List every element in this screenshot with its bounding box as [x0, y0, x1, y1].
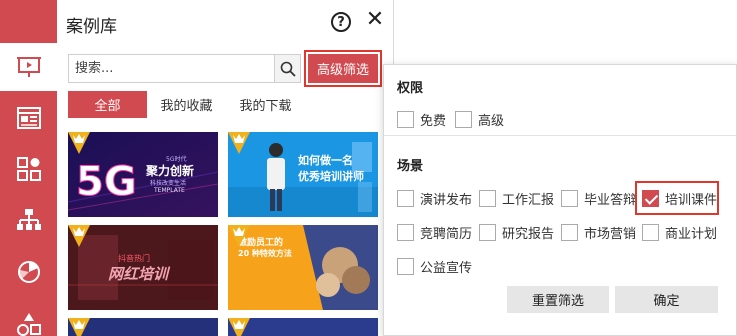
shapes-tool-button[interactable]	[0, 145, 57, 193]
filter-option-training[interactable]: 培训课件	[642, 189, 717, 208]
option-label: 免费	[420, 114, 447, 129]
checkbox[interactable]	[397, 224, 414, 241]
search-box	[68, 54, 301, 83]
card-headline: 如何做一名	[298, 154, 353, 167]
tab-downloads[interactable]: 我的下载	[226, 91, 305, 118]
filter-option-business-plan[interactable]: 商业计划	[642, 223, 717, 242]
template-card-partial[interactable]	[68, 318, 218, 336]
advanced-filter-popup: 权限 免费 高级 场景 演讲发布 工作汇报 毕业答辩 培训课件 竞聘简历 研究报…	[383, 64, 737, 336]
checkbox[interactable]	[561, 224, 578, 241]
filter-option-work-report[interactable]: 工作汇报	[479, 189, 554, 208]
card-headline: 网红培训	[108, 265, 169, 283]
template-card-employee[interactable]: 激励员工的 20 种特效方法	[228, 225, 378, 310]
checkbox[interactable]	[397, 258, 414, 275]
option-label: 毕业答辩	[584, 193, 637, 208]
advanced-filter-button[interactable]: 高级筛选	[308, 54, 378, 83]
premium-crown-icon	[68, 132, 90, 154]
option-label: 工作汇报	[502, 193, 555, 208]
panel-title: 案例库	[66, 17, 117, 37]
option-label: 市场营销	[584, 227, 637, 242]
checkbox[interactable]	[561, 190, 578, 207]
scene-label: 场景	[397, 159, 424, 174]
premium-crown-icon	[68, 225, 90, 247]
case-library-panel: 案例库 ? ✕ 高级筛选 全部 我的收藏 我的下载 5G	[57, 0, 394, 336]
option-label: 演讲发布	[420, 193, 473, 208]
left-toolbar	[0, 0, 57, 336]
checkbox[interactable]	[642, 224, 659, 241]
divider	[384, 135, 736, 136]
search-input[interactable]	[69, 55, 274, 82]
template-card-partial[interactable]	[228, 318, 378, 336]
filter-option-research[interactable]: 研究报告	[479, 223, 554, 242]
card-tag: TEMPLATE	[154, 187, 185, 194]
template-card-douyin[interactable]: 抖音热门 网红培训	[68, 225, 218, 310]
premium-crown-icon	[228, 132, 250, 154]
svg-text:5G: 5G	[76, 159, 137, 205]
search-icon	[280, 61, 296, 77]
checkbox[interactable]	[479, 224, 496, 241]
option-label: 研究报告	[502, 227, 555, 242]
permission-label: 权限	[397, 81, 424, 96]
checkbox[interactable]	[397, 190, 414, 207]
shapes-alt-icon	[16, 313, 41, 336]
card-sub2: 科技改变生活	[150, 180, 187, 187]
shapes-alt-tool-button[interactable]	[0, 300, 57, 336]
help-icon[interactable]: ?	[331, 12, 351, 32]
confirm-button[interactable]: 确定	[615, 286, 718, 313]
checkbox[interactable]	[455, 111, 472, 128]
checkbox[interactable]	[397, 111, 414, 128]
search-button[interactable]	[274, 55, 300, 82]
card-sub: 优秀培训讲师	[298, 170, 364, 183]
option-label: 培训课件	[665, 193, 718, 208]
card-headline: 聚力创新	[146, 164, 195, 178]
template-card-5g[interactable]: 5G 5G时代 聚力创新 科技改变生活 TEMPLATE	[68, 132, 218, 217]
option-label: 竞聘简历	[420, 227, 473, 242]
filter-option-marketing[interactable]: 市场营销	[561, 223, 636, 242]
presentation-tool-button[interactable]	[0, 43, 57, 91]
filter-option-premium[interactable]: 高级	[455, 110, 504, 129]
premium-crown-icon	[228, 318, 250, 336]
premium-crown-icon	[228, 225, 250, 247]
chart-tool-button[interactable]	[0, 247, 57, 295]
card-sub: 20 种特效方法	[238, 249, 292, 258]
presentation-icon	[16, 57, 41, 77]
template-card-training[interactable]: 如何做一名 优秀培训讲师	[228, 132, 378, 217]
checkbox[interactable]	[479, 190, 496, 207]
option-label: 公益宣传	[420, 261, 473, 276]
article-icon	[16, 107, 41, 129]
tab-all[interactable]: 全部	[68, 91, 147, 118]
advanced-filter-highlight: 高级筛选	[304, 50, 382, 87]
filter-option-graduation[interactable]: 毕业答辩	[561, 189, 636, 208]
filter-option-speech[interactable]: 演讲发布	[397, 189, 472, 208]
pie-chart-icon	[17, 261, 40, 283]
filter-option-charity[interactable]: 公益宣传	[397, 257, 472, 276]
hierarchy-icon	[16, 209, 41, 230]
shapes-icon	[16, 157, 41, 181]
reset-filter-button[interactable]: 重置筛选	[507, 286, 609, 313]
article-tool-button[interactable]	[0, 94, 57, 142]
filter-option-free[interactable]: 免费	[397, 110, 446, 129]
hierarchy-tool-button[interactable]	[0, 196, 57, 244]
option-label: 高级	[478, 114, 505, 129]
filter-option-resume[interactable]: 竞聘简历	[397, 223, 472, 242]
premium-crown-icon	[68, 318, 90, 336]
checkbox-checked[interactable]	[642, 190, 659, 207]
option-label: 商业计划	[665, 227, 718, 242]
close-icon[interactable]: ✕	[363, 8, 387, 32]
tab-favorites[interactable]: 我的收藏	[147, 91, 226, 118]
